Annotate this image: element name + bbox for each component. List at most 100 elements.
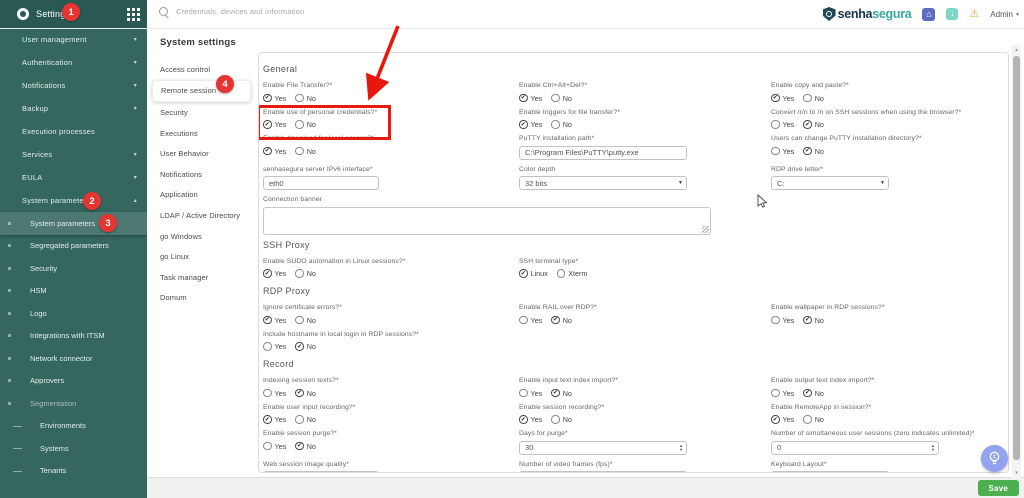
radio-option[interactable]: ✔ No [551,316,572,325]
scrollbar-thumb[interactable] [1013,56,1020,460]
sidebar-subitem[interactable]: Systems [0,437,147,460]
radio-option[interactable]: Yes [263,389,286,398]
radio-unchecked-icon[interactable] [551,120,560,129]
sidebar-item[interactable]: Execution processes [0,120,147,143]
radio-option[interactable]: No [551,94,572,103]
radio-unchecked-icon[interactable] [519,388,528,398]
radio-checked-icon[interactable]: ✔ [263,120,272,129]
number-input[interactable]: 15▲▼ [519,471,687,472]
radio-option[interactable]: ✔ Yes [771,415,794,424]
radio-checked-icon[interactable]: ✔ [771,93,780,103]
radio-unchecked-icon[interactable] [803,93,812,103]
settings-nav-item[interactable]: Notifications [147,164,258,185]
radio-option[interactable]: ✔ No [803,120,824,129]
radio-option[interactable]: Yes [263,342,286,351]
text-input[interactable]: eth0 [263,176,379,190]
radio-option[interactable]: No [295,147,316,156]
settings-nav-item[interactable]: Executions [147,123,258,144]
sidebar-item[interactable]: User management ▾ [0,28,147,51]
radio-unchecked-icon[interactable] [771,146,780,156]
sidebar-subitem[interactable]: Approvers [0,370,147,393]
radio-option[interactable]: ✔ Yes [519,94,542,103]
radio-option[interactable]: No [295,269,316,278]
radio-option[interactable]: Yes [519,316,542,325]
radio-unchecked-icon[interactable] [295,146,304,156]
sidebar-subitem[interactable]: System parameters [0,212,147,235]
vertical-scrollbar[interactable]: ▴ ▾ [1012,45,1021,478]
radio-option[interactable]: ✔ Yes [263,316,286,325]
settings-nav-item[interactable]: Access control [147,59,258,80]
radio-option[interactable]: ✔ Yes [263,269,286,278]
sidebar-item[interactable]: Notifications ▾ [0,74,147,97]
radio-unchecked-icon[interactable] [519,315,528,325]
radio-option[interactable]: No [295,415,316,424]
radio-checked-icon[interactable]: ✔ [263,415,272,424]
radio-option[interactable]: No [295,120,316,129]
radio-option[interactable]: Yes [771,316,794,325]
apps-grid-icon[interactable] [127,8,140,21]
radio-option[interactable]: ✔ No [803,316,824,325]
file-export-icon[interactable]: ↓ [946,8,959,20]
radio-unchecked-icon[interactable] [771,315,780,325]
radio-unchecked-icon[interactable] [263,388,272,398]
radio-option[interactable]: ✔ Yes [519,415,542,424]
radio-checked-icon[interactable]: ✔ [519,415,528,424]
radio-option[interactable]: No [803,415,824,424]
sidebar-subitem[interactable]: Environments [0,415,147,438]
radio-option[interactable]: ✔ No [295,442,316,451]
sidebar-subitem[interactable]: Integrations with ITSM [0,325,147,348]
radio-option[interactable]: Yes [519,389,542,398]
radio-option[interactable]: ✔ Yes [263,94,286,103]
settings-nav-item[interactable]: go Linux [147,246,258,267]
radio-checked-icon[interactable]: ✔ [803,120,812,129]
sidebar-item[interactable]: EULA ▾ [0,166,147,189]
sidebar-subitem[interactable]: Network connector [0,347,147,370]
settings-nav-item[interactable]: User Behavior [147,143,258,164]
radio-option[interactable]: No [803,94,824,103]
radio-option[interactable]: ✔ Yes [263,147,286,156]
radio-checked-icon[interactable]: ✔ [803,388,812,398]
radio-option[interactable]: ✔ Yes [519,120,542,129]
radio-checked-icon[interactable]: ✔ [803,315,812,325]
radio-option[interactable]: No [551,120,572,129]
admin-menu[interactable]: Admin ▾ [990,10,1019,19]
radio-option[interactable]: No [295,94,316,103]
sidebar-item[interactable]: Backup ▾ [0,97,147,120]
sidebar-subitem[interactable]: Segmentation [0,392,147,415]
radio-option[interactable]: No [295,316,316,325]
radio-unchecked-icon[interactable] [263,342,272,351]
radio-unchecked-icon[interactable] [771,120,780,129]
radio-option[interactable]: ✔ No [803,389,824,398]
radio-checked-icon[interactable]: ✔ [551,315,560,325]
radio-option[interactable]: ✔ Yes [263,415,286,424]
number-input[interactable]: 0 ▲ ▼ [771,440,939,455]
sidebar-item[interactable]: System parameters ▴ [0,189,147,212]
radio-option[interactable]: No [551,415,572,424]
resize-handle-icon[interactable] [702,225,709,233]
radio-unchecked-icon[interactable] [551,415,560,424]
sidebar-subitem[interactable]: Tenants [0,460,147,483]
radio-unchecked-icon[interactable] [295,120,304,129]
global-search[interactable]: Credentials, devices and information [159,7,305,16]
radio-option[interactable]: ✔ No [803,147,824,156]
sidebar-subitem[interactable]: Segregated parameters [0,235,147,258]
settings-nav-item[interactable]: Remote session [152,79,251,103]
sidebar-item[interactable]: Authentication ▾ [0,51,147,74]
radio-unchecked-icon[interactable] [295,315,304,325]
radio-checked-icon[interactable]: ✔ [295,388,304,398]
settings-nav-item[interactable]: Domum [147,288,258,309]
radio-option[interactable]: Yes [263,442,286,451]
radio-checked-icon[interactable]: ✔ [263,93,272,103]
settings-nav-item[interactable]: Security [147,102,258,123]
radio-option[interactable]: ✔ Linux [519,269,548,278]
select-dropdown[interactable]: C: ▼ [771,176,889,190]
radio-option[interactable]: ✔ No [551,389,572,398]
radio-checked-icon[interactable]: ✔ [263,146,272,156]
radio-option[interactable]: ✔ Yes [771,94,794,103]
radio-option[interactable]: Yes [771,120,794,129]
scroll-up-icon[interactable]: ▴ [1012,45,1021,55]
settings-nav-item[interactable]: Task manager [147,267,258,288]
radio-checked-icon[interactable]: ✔ [519,93,528,103]
radio-option[interactable]: Xterm [556,269,587,278]
stepper-icon[interactable]: ▲ ▼ [679,443,683,452]
